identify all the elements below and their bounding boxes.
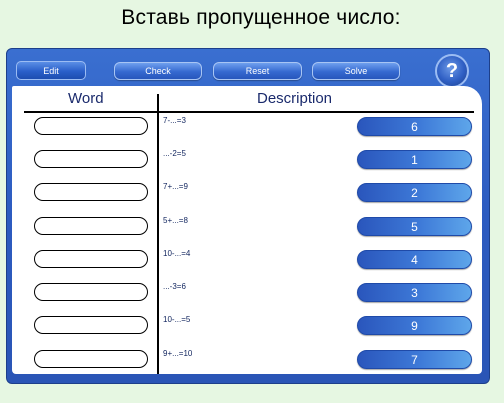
number-tile-4[interactable]: 5 <box>357 217 472 236</box>
help-button[interactable]: ? <box>435 54 469 88</box>
column-divider <box>157 94 159 374</box>
header-divider <box>24 111 474 113</box>
number-tile-5[interactable]: 4 <box>357 250 472 269</box>
check-button[interactable]: Check <box>114 62 202 80</box>
answer-slot-4[interactable] <box>34 217 148 235</box>
answer-slot-8[interactable] <box>34 350 148 368</box>
help-icon: ? <box>445 60 459 82</box>
answer-slot-1[interactable] <box>34 117 148 135</box>
page-title: Вставь пропущенное число: <box>121 6 401 29</box>
solve-button[interactable]: Solve <box>312 62 400 80</box>
number-tile-7[interactable]: 9 <box>357 316 472 335</box>
answer-slot-5[interactable] <box>34 250 148 268</box>
number-tile-8[interactable]: 7 <box>357 350 472 369</box>
description-4: 5+...=8 <box>163 216 188 225</box>
number-tile-3[interactable]: 2 <box>357 183 472 202</box>
column-header-description: Description <box>257 90 333 107</box>
description-1: 7-...=3 <box>163 116 186 125</box>
answer-slot-3[interactable] <box>34 183 148 201</box>
description-2: ...-2=5 <box>163 149 186 158</box>
answer-slot-2[interactable] <box>34 150 148 168</box>
number-tile-1[interactable]: 6 <box>357 117 472 136</box>
description-5: 10-...=4 <box>163 249 191 258</box>
number-tile-6[interactable]: 3 <box>357 283 472 302</box>
answer-slot-6[interactable] <box>34 283 148 301</box>
answer-slot-7[interactable] <box>34 316 148 334</box>
description-7: 10-...=5 <box>163 315 191 324</box>
description-6: ...-3=6 <box>163 282 186 291</box>
number-tile-2[interactable]: 1 <box>357 150 472 169</box>
edit-button[interactable]: Edit <box>16 61 86 80</box>
description-8: 9+...=10 <box>163 349 193 358</box>
reset-button[interactable]: Reset <box>213 62 302 80</box>
description-3: 7+...=9 <box>163 182 188 191</box>
column-header-word: Word <box>68 90 104 107</box>
